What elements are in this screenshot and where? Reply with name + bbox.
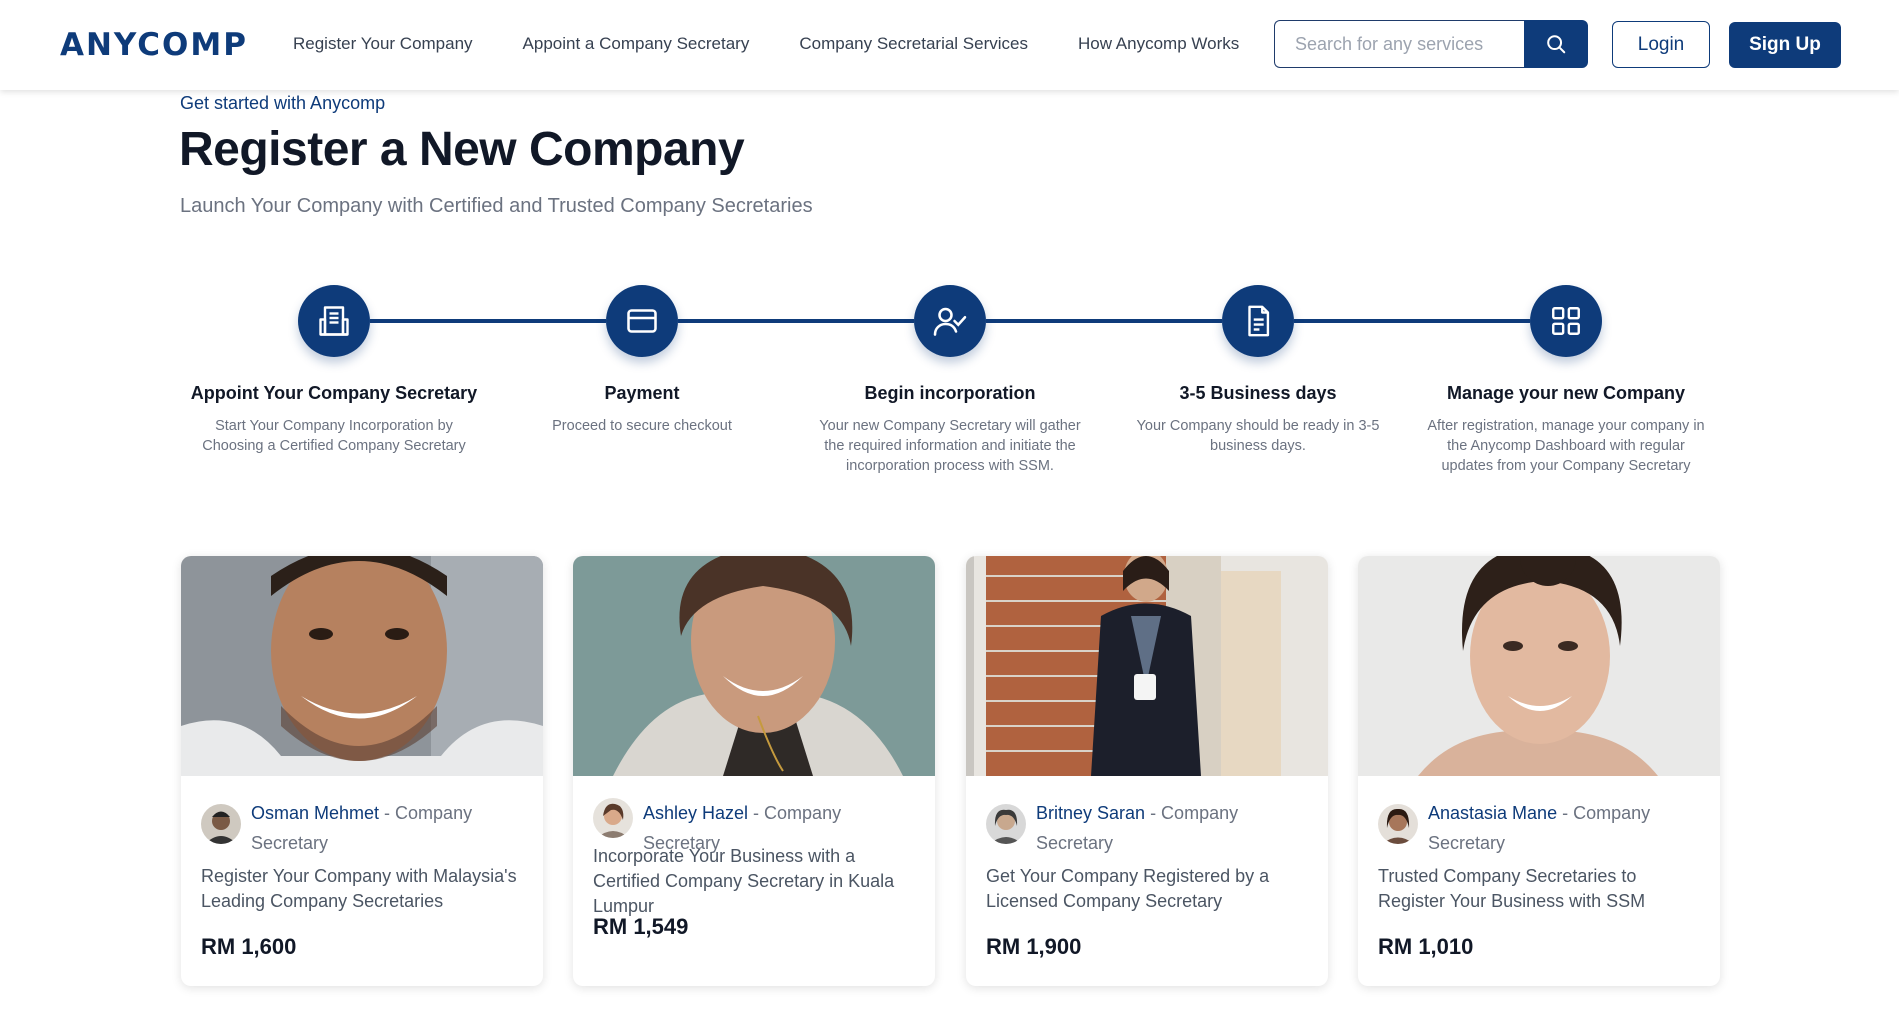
card-author: Anastasia Mane - Company Secretary — [1378, 798, 1708, 858]
login-button[interactable]: Login — [1612, 21, 1710, 68]
card-author: Britney Saran - Company Secretary — [986, 798, 1316, 858]
avatar — [593, 798, 633, 838]
card-description: Trusted Company Secretaries to Register … — [1378, 866, 1646, 911]
secretary-card[interactable]: Ashley Hazel - Company Secretary Incorpo… — [573, 556, 935, 986]
card-price: RM 1,549 — [593, 914, 689, 939]
step-2-circle — [606, 285, 678, 357]
building-icon — [319, 306, 349, 336]
card-description: Get Your Company Registered by a License… — [986, 866, 1270, 911]
secretary-photo — [1358, 556, 1720, 776]
card-description: Incorporate Your Business with a Certifi… — [593, 846, 895, 916]
secretary-card[interactable]: Britney Saran - Company Secretary Get Yo… — [966, 556, 1328, 986]
step-1-desc: Start Your Company Incorporation by Choo… — [202, 418, 466, 454]
step-1-circle — [298, 285, 370, 357]
card-price: RM 1,600 — [201, 934, 297, 959]
step-5-desc: After registration, manage your company … — [1427, 418, 1705, 474]
card-price: RM 1,900 — [986, 934, 1082, 959]
secretary-photo — [181, 556, 543, 776]
nav-register-company[interactable]: Register Your Company — [293, 34, 473, 54]
nav-secretarial-services[interactable]: Company Secretarial Services — [799, 34, 1028, 54]
dashboard-icon — [1552, 307, 1580, 335]
step-connector — [370, 319, 606, 323]
secretary-card[interactable]: Anastasia Mane - Company Secretary Trust… — [1358, 556, 1720, 986]
document-icon — [1248, 305, 1270, 337]
secretary-photo — [573, 556, 935, 776]
search-icon — [1547, 35, 1566, 54]
step-3-title: Begin incorporation — [864, 383, 1036, 403]
card-author: Osman Mehmet - Company Secretary — [201, 798, 531, 858]
anycomp-logo[interactable]: ANYCOMP — [60, 27, 248, 63]
secretary-name[interactable]: Ashley Hazel — [643, 803, 748, 823]
step-3-circle — [914, 285, 986, 357]
search-bar — [1274, 20, 1588, 68]
step-4-circle — [1222, 285, 1294, 357]
secretary-card[interactable]: Osman Mehmet - Company Secretary Registe… — [181, 556, 543, 986]
step-connector — [678, 319, 914, 323]
step-2-desc: Proceed to secure checkout — [552, 418, 732, 434]
step-5-circle — [1530, 285, 1602, 357]
secretary-photo — [966, 556, 1328, 776]
step-3-desc: Your new Company Secretary will gather t… — [819, 418, 1081, 474]
avatar — [986, 804, 1026, 844]
nav-appoint-secretary[interactable]: Appoint a Company Secretary — [523, 34, 750, 54]
signup-button[interactable]: Sign Up — [1729, 22, 1841, 68]
step-connector — [1294, 319, 1530, 323]
step-4-title: 3-5 Business days — [1179, 383, 1337, 403]
step-4-desc: Your Company should be ready in 3-5 busi… — [1136, 418, 1380, 454]
secretary-name[interactable]: Britney Saran — [1036, 803, 1145, 823]
step-1-title: Appoint Your Company Secretary — [190, 383, 478, 403]
card-description: Register Your Company with Malaysia's Le… — [201, 866, 517, 911]
secretary-name[interactable]: Osman Mehmet — [251, 803, 379, 823]
nav-how-it-works[interactable]: How Anycomp Works — [1078, 34, 1239, 54]
step-2-title: Payment — [604, 383, 680, 403]
step-connector — [986, 319, 1222, 323]
top-navbar: ANYCOMP Register Your Company Appoint a … — [0, 0, 1899, 90]
hero-eyebrow: Get started with Anycomp — [180, 93, 386, 113]
page-title: Register a New Company — [179, 123, 745, 176]
user-check-icon — [933, 307, 967, 336]
search-button[interactable] — [1524, 20, 1588, 68]
avatar — [201, 804, 241, 844]
main-nav: Register Your Company Appoint a Company … — [293, 34, 1289, 54]
search-input[interactable] — [1274, 20, 1524, 68]
secretary-name[interactable]: Anastasia Mane — [1428, 803, 1557, 823]
step-5-title: Manage your new Company — [1446, 383, 1686, 403]
avatar — [1378, 804, 1418, 844]
card-price: RM 1,010 — [1378, 934, 1474, 959]
page-subtitle: Launch Your Company with Certified and T… — [180, 195, 813, 217]
credit-card-icon — [627, 309, 657, 333]
